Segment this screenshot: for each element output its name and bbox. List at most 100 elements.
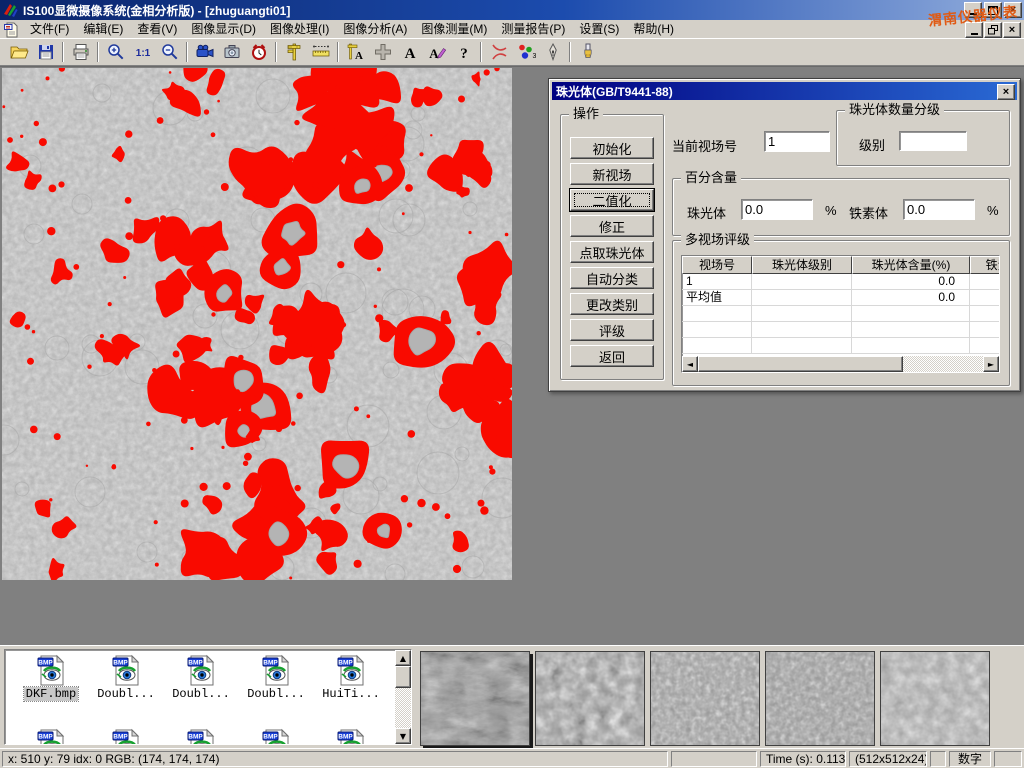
file-list[interactable]: DKF.bmp Doubl... Doubl... Doubl... HuiTi…	[4, 649, 412, 745]
file-item-partial[interactable]	[314, 728, 388, 745]
col-pearlite-content[interactable]: 珠光体含量(%)	[852, 256, 970, 274]
scroll-right-button[interactable]: ►	[983, 356, 999, 372]
app-logo-icon	[3, 2, 19, 18]
pick-pearlite-button[interactable]: 点取珠光体	[570, 241, 654, 263]
auto-classify-button[interactable]: 自动分类	[570, 267, 654, 289]
application-window: IS100显微摄像系统(金相分析版) - [zhuguangti01] × 渭南…	[0, 0, 1024, 768]
table-row[interactable]: 1 0.0	[682, 274, 999, 290]
document-icon	[3, 22, 19, 38]
menu-image-analysis[interactable]: 图像分析(A)	[336, 20, 414, 39]
help-button[interactable]: ?	[451, 40, 476, 64]
video-camera-button[interactable]	[192, 40, 217, 64]
file-item[interactable]: HuiTi...	[314, 654, 388, 701]
binarize-button[interactable]: 二值化	[570, 189, 654, 211]
specimen-image[interactable]	[2, 68, 512, 580]
zoom-in-button[interactable]	[103, 40, 128, 64]
table-row-empty[interactable]	[682, 322, 999, 338]
toolbar-separator	[275, 42, 277, 62]
scroll-left-button[interactable]: ◄	[682, 356, 698, 372]
minimize-icon	[971, 33, 978, 35]
curve-icon	[489, 42, 509, 62]
file-item-partial[interactable]	[89, 728, 163, 745]
arrow-down-icon: ▼	[400, 732, 406, 741]
thumbnail-2[interactable]	[535, 651, 645, 746]
file-item[interactable]: DKF.bmp	[14, 654, 88, 701]
bmp-file-icon	[35, 654, 67, 686]
scrollbar-thumb[interactable]	[395, 666, 411, 688]
file-item[interactable]: Doubl...	[89, 654, 163, 701]
grade-input[interactable]	[899, 131, 967, 151]
curve-button[interactable]	[486, 40, 511, 64]
change-class-button[interactable]: 更改类别	[570, 293, 654, 315]
ferrite-percent-input[interactable]	[903, 199, 975, 220]
scroll-up-button[interactable]: ▲	[395, 650, 411, 666]
ferrite-label: 铁素体	[849, 203, 888, 222]
menu-image-measure[interactable]: 图像测量(M)	[414, 20, 494, 39]
pen-button[interactable]	[540, 40, 565, 64]
timer-button[interactable]	[246, 40, 271, 64]
ruler-icon	[311, 42, 331, 62]
status-empty-2	[930, 751, 946, 767]
zoom-out-button[interactable]	[157, 40, 182, 64]
file-label: Doubl...	[245, 687, 307, 701]
measure-text-button[interactable]: A	[343, 40, 368, 64]
table-horizontal-scrollbar[interactable]: ◄ ►	[682, 356, 999, 372]
thumbnail-1[interactable]	[420, 651, 530, 746]
classify-points-button[interactable]: 3	[513, 40, 538, 64]
menu-image-processing[interactable]: 图像处理(I)	[263, 20, 336, 39]
percent-group-label: 百分含量	[681, 171, 741, 185]
annotate-button[interactable]: A	[424, 40, 449, 64]
pearlite-percent-input[interactable]	[741, 199, 813, 220]
menu-edit[interactable]: 编辑(E)	[76, 20, 130, 39]
brush-button[interactable]	[575, 40, 600, 64]
init-button[interactable]: 初始化	[570, 137, 654, 159]
save-button[interactable]	[33, 40, 58, 64]
dialog-body: 操作 初始化 新视场 二值化 修正 点取珠光体 自动分类 更改类别 评级 返回 …	[552, 100, 1017, 390]
move-button[interactable]	[370, 40, 395, 64]
scrollbar-thumb[interactable]	[698, 356, 903, 372]
file-item-partial[interactable]	[14, 728, 88, 745]
grade-button[interactable]: 评级	[570, 319, 654, 341]
file-item-partial[interactable]	[164, 728, 238, 745]
current-field-label: 当前视场号	[672, 136, 737, 155]
file-item[interactable]: Doubl...	[164, 654, 238, 701]
text-icon: A	[400, 42, 420, 62]
file-item[interactable]: Doubl...	[239, 654, 313, 701]
rating-table[interactable]: 视场号 珠光体级别 珠光体含量(%) 铁素体含量(%) 1 0.0 平均值	[681, 255, 1000, 373]
menu-view[interactable]: 查看(V)	[130, 20, 184, 39]
window-title: IS100显微摄像系统(金相分析版) - [zhuguangti01]	[23, 2, 290, 19]
thumbnail-5[interactable]	[880, 651, 990, 746]
col-pearlite-grade[interactable]: 珠光体级别	[752, 256, 852, 274]
scroll-down-button[interactable]: ▼	[395, 728, 411, 744]
menu-help[interactable]: 帮助(H)	[626, 20, 681, 39]
menu-settings[interactable]: 设置(S)	[572, 20, 626, 39]
current-field-input[interactable]	[764, 131, 830, 152]
child-close-button[interactable]: ×	[1003, 22, 1021, 38]
actual-size-button[interactable]: 1:1	[130, 40, 155, 64]
correct-button[interactable]: 修正	[570, 215, 654, 237]
dialog-titlebar[interactable]: 珠光体(GB/T9441-88) ×	[552, 82, 1017, 100]
thumbnail-3[interactable]	[650, 651, 760, 746]
table-row-empty[interactable]	[682, 306, 999, 322]
text-button[interactable]: A	[397, 40, 422, 64]
new-field-button[interactable]: 新视场	[570, 163, 654, 185]
file-item-partial[interactable]	[239, 728, 313, 745]
menu-measure-report[interactable]: 测量报告(P)	[494, 20, 572, 39]
menu-image-display[interactable]: 图像显示(D)	[184, 20, 263, 39]
menu-file[interactable]: 文件(F)	[23, 20, 76, 39]
dialog-close-button[interactable]: ×	[997, 84, 1015, 100]
table-row[interactable]: 平均值 0.0	[682, 290, 999, 306]
col-ferrite-content[interactable]: 铁素体含量(%)	[970, 256, 1000, 274]
table-row-empty[interactable]	[682, 338, 999, 354]
ruler-button[interactable]	[308, 40, 333, 64]
caliper-button[interactable]	[281, 40, 306, 64]
return-button[interactable]: 返回	[570, 345, 654, 367]
file-list-scrollbar[interactable]: ▲ ▼	[395, 650, 411, 744]
print-button[interactable]	[68, 40, 93, 64]
capture-button[interactable]	[219, 40, 244, 64]
open-button[interactable]	[6, 40, 31, 64]
status-empty-1	[671, 751, 757, 767]
thumbnail-4[interactable]	[765, 651, 875, 746]
col-field-no[interactable]: 视场号	[682, 256, 752, 274]
operations-group: 操作 初始化 新视场 二值化 修正 点取珠光体 自动分类 更改类别 评级 返回	[560, 114, 664, 380]
